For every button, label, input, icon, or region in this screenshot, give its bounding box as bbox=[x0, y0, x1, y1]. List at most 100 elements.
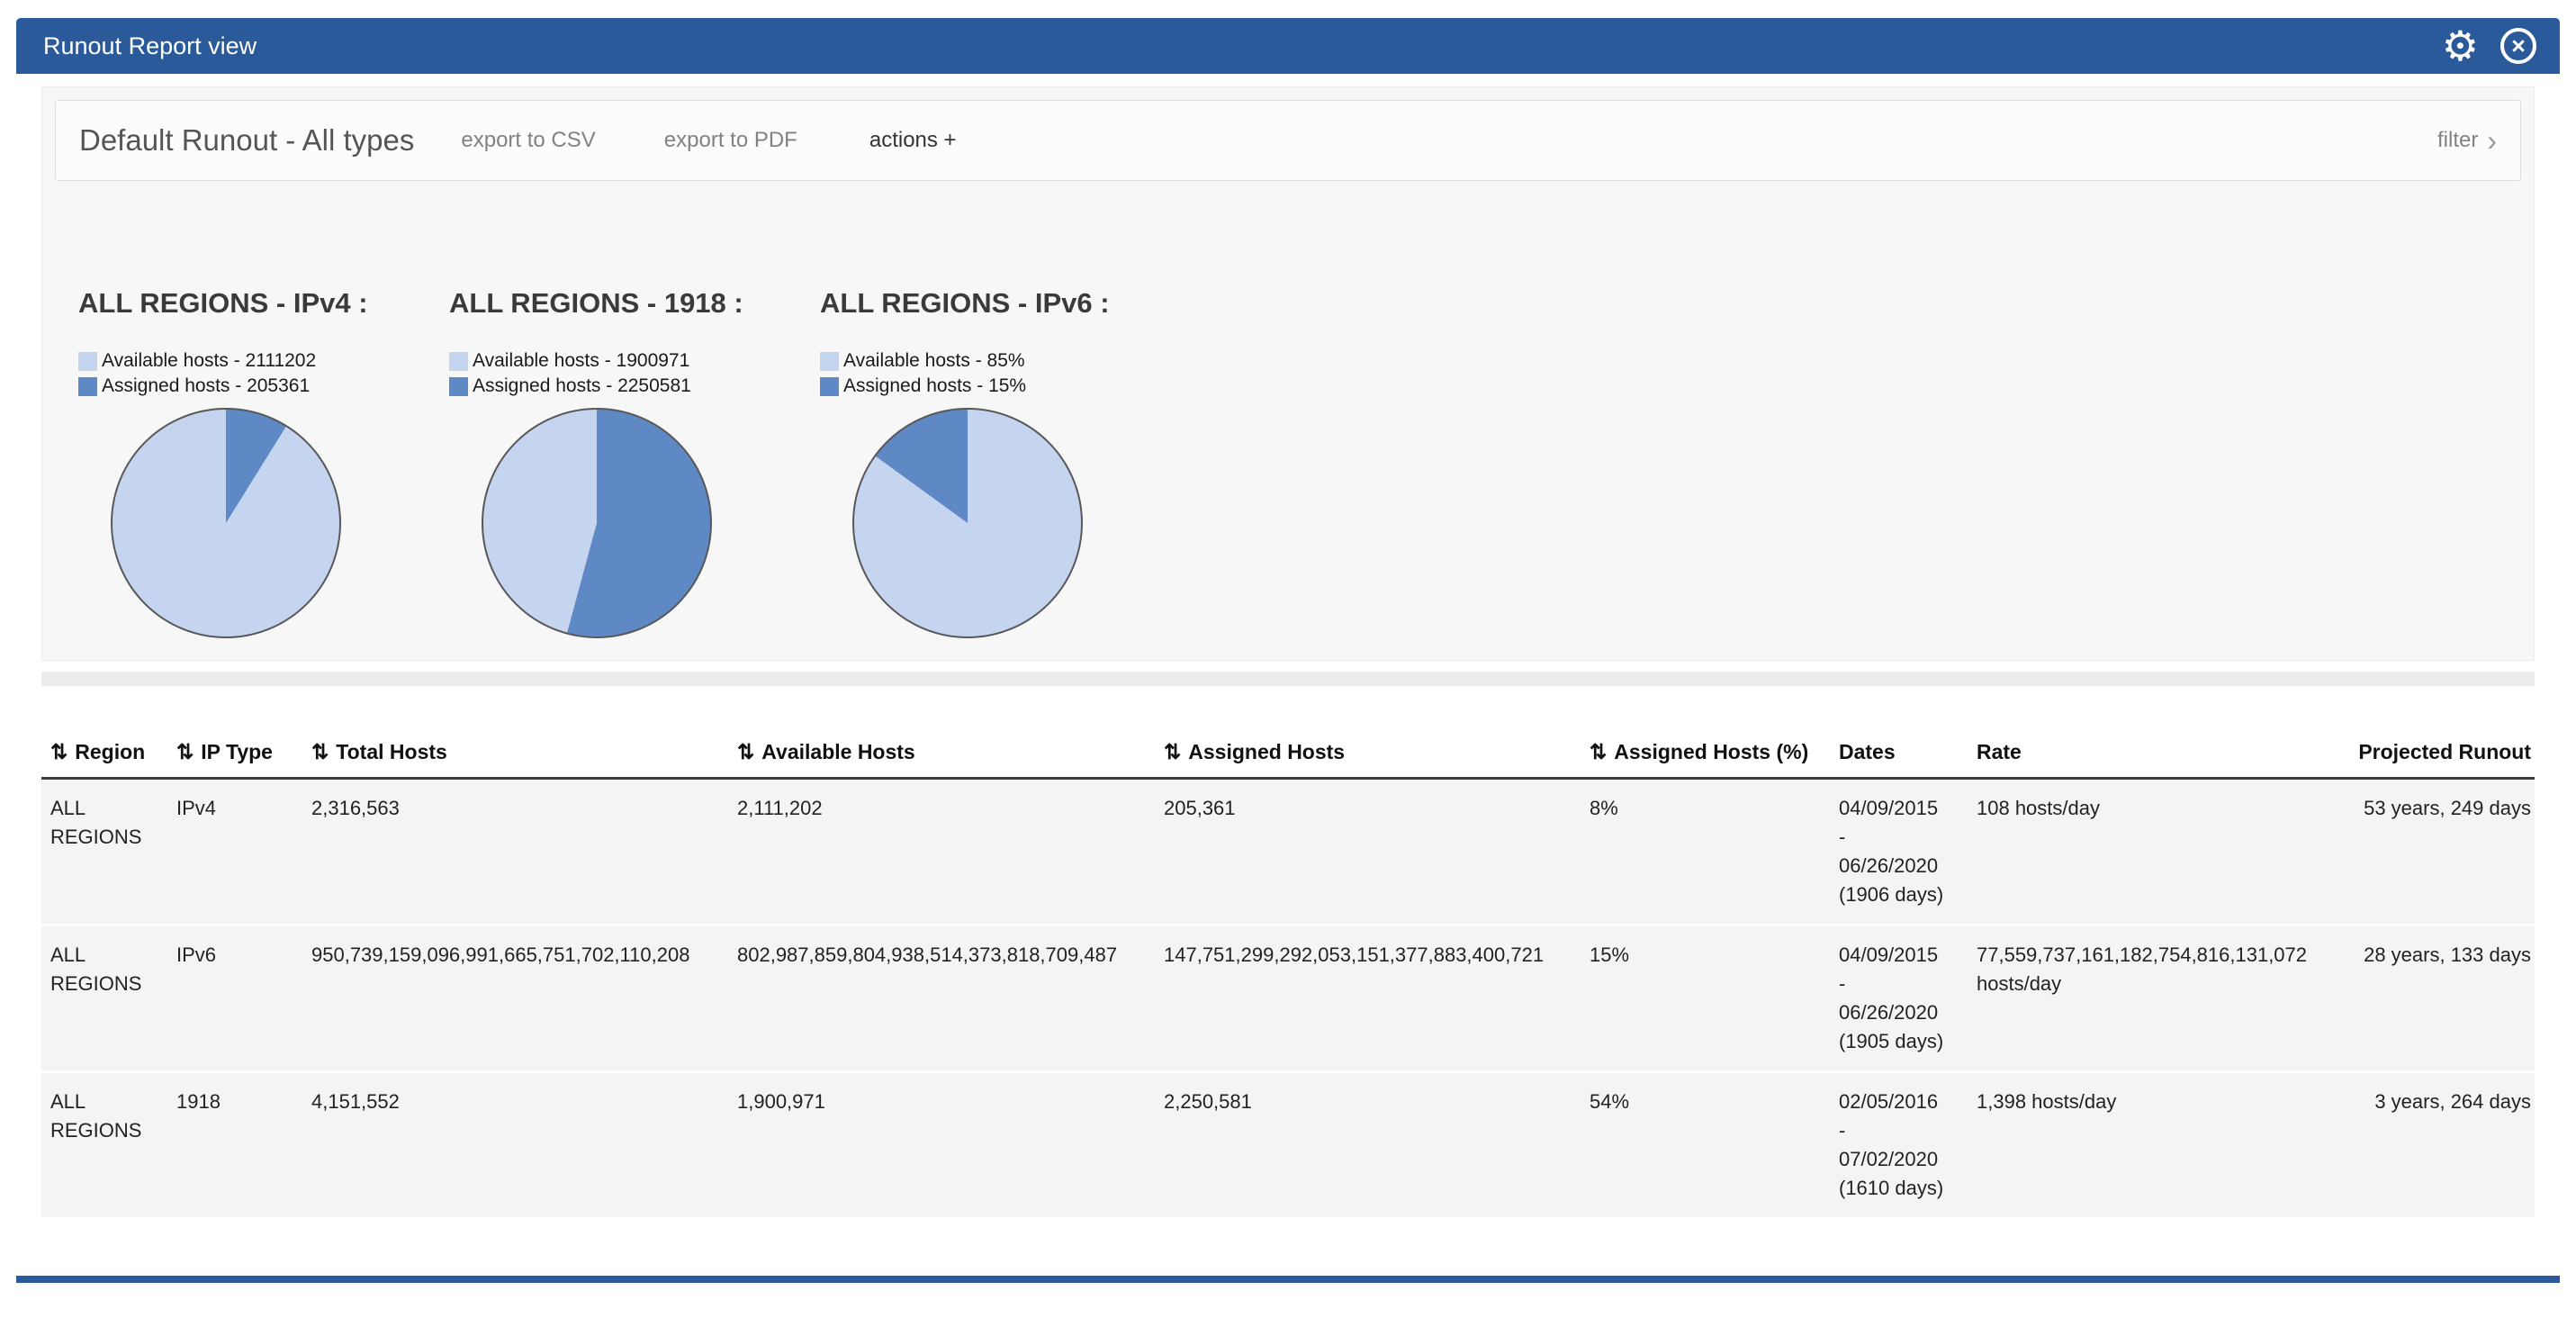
cell-projected_runout: 28 years, 133 days bbox=[2346, 925, 2535, 1072]
chevron-right-icon: › bbox=[2487, 126, 2497, 155]
dates-line: 04/09/2015 bbox=[1839, 794, 1962, 823]
dates-line: 04/09/2015 bbox=[1839, 941, 1962, 970]
column-label: Dates bbox=[1839, 740, 1896, 763]
dates-line: (1905 days) bbox=[1839, 1027, 1962, 1056]
cell-total_hosts: 4,151,552 bbox=[311, 1072, 737, 1219]
chart-title: ALL REGIONS - 1918 : bbox=[449, 287, 820, 320]
legend-swatch-icon bbox=[78, 377, 97, 396]
export-pdf-link[interactable]: export to PDF bbox=[664, 128, 797, 153]
legend-swatch-icon bbox=[820, 377, 839, 396]
legend-swatch-icon bbox=[78, 352, 97, 371]
column-label: Assigned Hosts (%) bbox=[1614, 740, 1808, 763]
chart-title: ALL REGIONS - IPv4 : bbox=[78, 287, 449, 320]
legend-item: Assigned hosts - 205361 bbox=[78, 374, 449, 399]
column-header-rate: Rate bbox=[1977, 729, 2346, 779]
cell-projected_runout: 53 years, 249 days bbox=[2346, 779, 2535, 925]
cell-dates: 02/05/2016-07/02/2020(1610 days) bbox=[1839, 1072, 1977, 1219]
column-label: Available Hosts bbox=[761, 740, 914, 763]
column-label: Assigned Hosts bbox=[1188, 740, 1345, 763]
dates-line: - bbox=[1839, 970, 1962, 998]
sort-icon: ⇅ bbox=[311, 740, 329, 763]
chart-title: ALL REGIONS - IPv6 : bbox=[820, 287, 1191, 320]
report-toolbar: Default Runout - All types export to CSV… bbox=[55, 100, 2521, 181]
dates-line: (1906 days) bbox=[1839, 880, 1962, 909]
column-header-total_hosts[interactable]: ⇅ Total Hosts bbox=[311, 729, 737, 779]
dates-line: - bbox=[1839, 823, 1962, 852]
report-title: Default Runout - All types bbox=[79, 123, 414, 158]
cell-assigned_hosts: 2,250,581 bbox=[1164, 1072, 1590, 1219]
legend-label: Assigned hosts - 2250581 bbox=[473, 375, 691, 397]
column-label: Rate bbox=[1977, 740, 2022, 763]
cell-total_hosts: 2,316,563 bbox=[311, 779, 737, 925]
column-label: Region bbox=[75, 740, 145, 763]
legend-item: Assigned hosts - 2250581 bbox=[449, 374, 820, 399]
legend-label: Available hosts - 2111202 bbox=[102, 350, 316, 372]
cell-rate: 108 hosts/day bbox=[1977, 779, 2346, 925]
report-panel: Default Runout - All types export to CSV… bbox=[41, 86, 2535, 661]
export-csv-link[interactable]: export to CSV bbox=[461, 128, 595, 153]
runout-table-wrap: ⇅ Region ⇅ IP Type ⇅ Total Hosts ⇅ Available Ho… bbox=[41, 729, 2535, 1220]
close-icon[interactable]: × bbox=[2500, 28, 2536, 64]
cell-ip_type: IPv4 bbox=[176, 779, 311, 925]
column-header-projected_runout: Projected Runout bbox=[2346, 729, 2535, 779]
sort-icon: ⇅ bbox=[737, 740, 754, 763]
column-header-region[interactable]: ⇅ Region bbox=[41, 729, 176, 779]
cell-assigned_pct: 54% bbox=[1590, 1072, 1839, 1219]
column-header-assigned_pct[interactable]: ⇅ Assigned Hosts (%) bbox=[1590, 729, 1839, 779]
window-title: Runout Report view bbox=[43, 32, 257, 60]
column-header-ip_type[interactable]: ⇅ IP Type bbox=[176, 729, 311, 779]
cell-dates: 04/09/2015-06/26/2020(1906 days) bbox=[1839, 779, 1977, 925]
cell-rate: 1,398 hosts/day bbox=[1977, 1072, 2346, 1219]
sort-icon: ⇅ bbox=[1164, 740, 1181, 763]
cell-region: ALL REGIONS bbox=[41, 1072, 176, 1219]
table-row: ALL REGIONS19184,151,5521,900,9712,250,5… bbox=[41, 1072, 2535, 1219]
column-label: Total Hosts bbox=[336, 740, 447, 763]
window-bottom-bar bbox=[16, 1276, 2560, 1283]
sort-icon: ⇅ bbox=[50, 740, 68, 763]
table-header-row: ⇅ Region ⇅ IP Type ⇅ Total Hosts ⇅ Available Ho… bbox=[41, 729, 2535, 779]
settings-gear-icon[interactable]: ⚙ bbox=[2442, 25, 2479, 67]
legend-item: Assigned hosts - 15% bbox=[820, 374, 1191, 399]
cell-region: ALL REGIONS bbox=[41, 925, 176, 1072]
table-row: ALL REGIONSIPv42,316,5632,111,202205,361… bbox=[41, 779, 2535, 925]
legend-swatch-icon bbox=[449, 352, 468, 371]
filter-label: filter bbox=[2437, 128, 2478, 153]
cell-region: ALL REGIONS bbox=[41, 779, 176, 925]
cell-assigned_pct: 15% bbox=[1590, 925, 1839, 1072]
legend-swatch-icon bbox=[820, 352, 839, 371]
column-label: Projected Runout bbox=[2358, 740, 2531, 763]
dates-line: 02/05/2016 bbox=[1839, 1088, 1962, 1116]
dates-line: 06/26/2020 bbox=[1839, 998, 1962, 1027]
runout-table: ⇅ Region ⇅ IP Type ⇅ Total Hosts ⇅ Available Ho… bbox=[41, 729, 2535, 1220]
chart-block: ALL REGIONS - IPv6 : Available hosts - 85… bbox=[820, 287, 1191, 638]
actions-menu-button[interactable]: actions + bbox=[869, 128, 957, 153]
cell-assigned_hosts: 147,751,299,292,053,151,377,883,400,721 bbox=[1164, 925, 1590, 1072]
chart-legend: Available hosts - 1900971 Assigned hosts … bbox=[449, 348, 820, 399]
cell-rate: 77,559,737,161,182,754,816,131,072 hosts… bbox=[1977, 925, 2346, 1072]
sort-icon: ⇅ bbox=[176, 740, 194, 763]
chart-legend: Available hosts - 85%Assigned hosts - 15… bbox=[820, 348, 1191, 399]
pie-chart bbox=[111, 408, 341, 638]
filter-toggle[interactable]: filter › bbox=[2437, 126, 2497, 155]
cell-ip_type: 1918 bbox=[176, 1072, 311, 1219]
cell-available_hosts: 2,111,202 bbox=[737, 779, 1164, 925]
cell-ip_type: IPv6 bbox=[176, 925, 311, 1072]
legend-swatch-icon bbox=[449, 377, 468, 396]
dates-line: - bbox=[1839, 1116, 1962, 1145]
table-row: ALL REGIONSIPv6950,739,159,096,991,665,7… bbox=[41, 925, 2535, 1072]
legend-item: Available hosts - 85% bbox=[820, 348, 1191, 374]
window-titlebar: Runout Report view ⚙ × bbox=[16, 18, 2560, 74]
legend-label: Available hosts - 1900971 bbox=[473, 350, 689, 372]
cell-assigned_pct: 8% bbox=[1590, 779, 1839, 925]
charts-row: ALL REGIONS - IPv4 : Available hosts - 21… bbox=[78, 287, 2521, 638]
dates-line: (1610 days) bbox=[1839, 1174, 1962, 1203]
dates-line: 07/02/2020 bbox=[1839, 1145, 1962, 1174]
chart-legend: Available hosts - 2111202Assigned hosts … bbox=[78, 348, 449, 399]
chart-block: ALL REGIONS - IPv4 : Available hosts - 21… bbox=[78, 287, 449, 638]
column-label: IP Type bbox=[201, 740, 273, 763]
column-header-available_hosts[interactable]: ⇅ Available Hosts bbox=[737, 729, 1164, 779]
cell-available_hosts: 1,900,971 bbox=[737, 1072, 1164, 1219]
close-x-glyph: × bbox=[2511, 34, 2526, 59]
sort-icon: ⇅ bbox=[1590, 740, 1607, 763]
column-header-assigned_hosts[interactable]: ⇅ Assigned Hosts bbox=[1164, 729, 1590, 779]
